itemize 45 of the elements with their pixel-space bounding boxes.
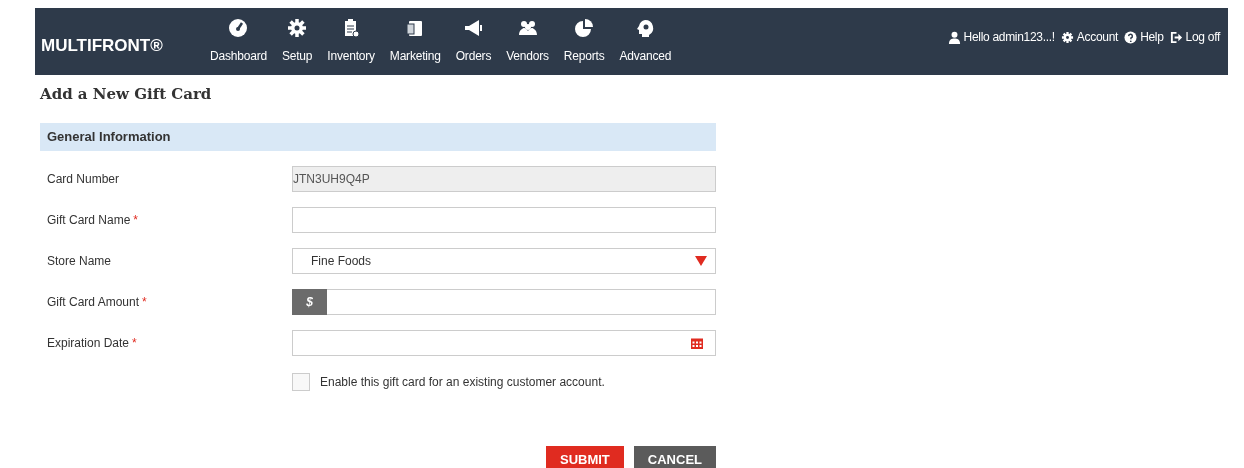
gauge-icon xyxy=(228,18,249,38)
card-number-field[interactable]: JTN3UH9Q4P xyxy=(292,166,716,192)
nav-item[interactable]: Setup xyxy=(276,18,318,63)
user-icon xyxy=(947,30,961,44)
required-mark: * xyxy=(133,213,139,227)
cancel-button[interactable]: CANCEL xyxy=(633,446,716,468)
header-link[interactable]: Log off xyxy=(1169,30,1220,44)
section-header: General Information xyxy=(40,123,716,151)
nav-item[interactable]: Dashboard xyxy=(205,18,272,63)
header-link[interactable]: Help xyxy=(1124,30,1164,44)
header-link[interactable]: Account xyxy=(1060,30,1119,44)
field-label: Gift Card Name xyxy=(47,213,131,227)
nav-item[interactable]: Inventory xyxy=(322,18,380,63)
gear-icon xyxy=(1060,30,1074,44)
page-title: Add a New Gift Card xyxy=(40,85,213,105)
required-mark: * xyxy=(132,336,137,350)
field-label: Expiration Date xyxy=(47,336,130,350)
input-field[interactable] xyxy=(327,289,716,315)
submit-button[interactable]: SUBMIT xyxy=(546,446,624,468)
megaphone-icon xyxy=(463,18,484,38)
field-label: Card Number xyxy=(47,172,120,186)
calendar-icon xyxy=(691,337,703,349)
caret-icon xyxy=(695,256,707,266)
people-icon xyxy=(517,18,538,38)
head-icon xyxy=(635,18,656,38)
checkbox[interactable] xyxy=(292,373,310,391)
field-label: Gift Card Amount xyxy=(47,295,140,309)
required-mark: * xyxy=(142,295,147,309)
date-field[interactable] xyxy=(292,330,716,356)
currency-addon: $ xyxy=(292,289,327,315)
help-icon xyxy=(1124,30,1138,44)
gear-icon xyxy=(287,18,308,38)
input-field[interactable] xyxy=(292,207,716,233)
nav-item[interactable]: Orders xyxy=(450,18,497,63)
logo: MULTIFRONT® xyxy=(41,36,164,56)
pie-icon xyxy=(574,18,595,38)
nav-item[interactable]: Advanced xyxy=(614,18,677,63)
checkbox-label: Enable this gift card for an existing customer account. xyxy=(320,375,605,389)
nav-item[interactable]: Reports xyxy=(558,18,610,63)
field-label: Store Name xyxy=(47,254,112,268)
nav-item[interactable]: Vendors xyxy=(501,18,554,63)
dropdown[interactable]: Fine Foods xyxy=(292,248,716,274)
nav-item[interactable]: Marketing xyxy=(384,18,446,63)
logout-icon xyxy=(1169,30,1183,44)
header-link[interactable]: Hello admin123...! xyxy=(947,30,1055,44)
